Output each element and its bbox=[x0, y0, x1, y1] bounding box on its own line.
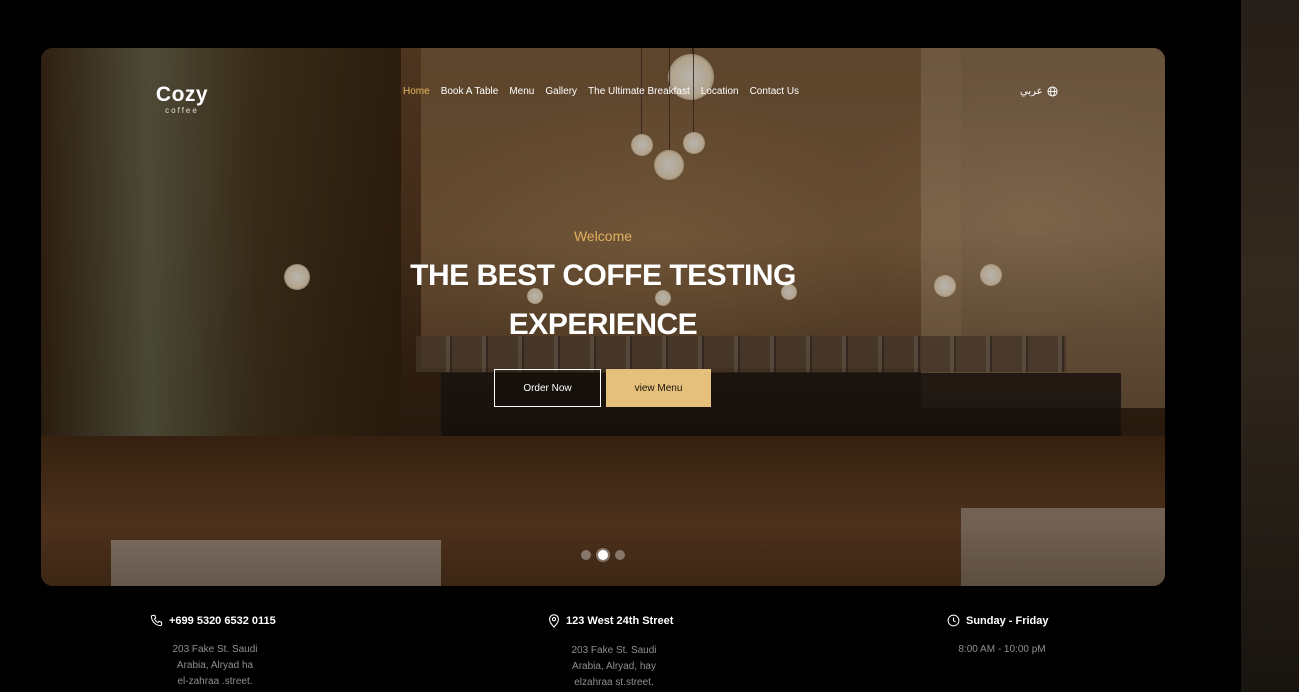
main-menu: Home Book A Table Menu Gallery The Ultim… bbox=[403, 86, 799, 97]
info-line: 203 Fake St. Saudi bbox=[571, 645, 657, 656]
order-now-button[interactable]: Order Now bbox=[494, 369, 601, 407]
info-line: 203 Fake St. Saudi bbox=[172, 644, 258, 655]
hero-headline: THE BEST COFFE TESTING EXPERIENCE bbox=[341, 251, 865, 349]
slider-dot-1[interactable] bbox=[581, 550, 591, 560]
info-line: 8:00 AM - 10:00 pM bbox=[958, 644, 1046, 655]
nav-contact-us[interactable]: Contact Us bbox=[750, 86, 799, 97]
info-line: Arabia, Alryad, hay bbox=[572, 661, 656, 672]
brand-tagline: coffee bbox=[165, 106, 199, 115]
info-line: elzahraa st.street. bbox=[574, 677, 654, 688]
info-hours-time: 8:00 AM - 10:00 pM bbox=[947, 642, 1057, 658]
info-hours: Sunday - Friday 8:00 AM - 10:00 pM bbox=[947, 614, 1057, 658]
language-label: عربي bbox=[1020, 86, 1043, 97]
info-phone-address: 203 Fake St. Saudi Arabia, Alryad ha el-… bbox=[150, 642, 280, 690]
info-hours-days: Sunday - Friday bbox=[966, 614, 1049, 627]
slider-dot-2[interactable] bbox=[598, 550, 608, 560]
info-address-lines: 203 Fake St. Saudi Arabia, Alryad, hay e… bbox=[548, 643, 680, 691]
brand-logo[interactable]: Cozy coffee bbox=[150, 84, 214, 116]
info-phone-header: +699 5320 6532 0115 bbox=[150, 614, 280, 627]
brand-name: Cozy bbox=[155, 83, 209, 106]
nav-ultimate-breakfast[interactable]: The Ultimate Breakfast bbox=[588, 86, 690, 97]
view-menu-button[interactable]: view Menu bbox=[606, 369, 711, 407]
nav-menu[interactable]: Menu bbox=[509, 86, 534, 97]
globe-icon bbox=[1047, 86, 1058, 97]
hero-headline-line-1: THE BEST COFFE TESTING bbox=[410, 259, 796, 292]
language-switcher[interactable]: عربي bbox=[1020, 86, 1058, 97]
info-line: Arabia, Alryad ha bbox=[176, 660, 254, 671]
top-navigation: Cozy coffee Home Book A Table Menu Galle… bbox=[41, 48, 1165, 148]
info-hours-header: Sunday - Friday bbox=[947, 614, 1057, 627]
hero-banner: Cozy coffee Home Book A Table Menu Galle… bbox=[41, 48, 1165, 586]
phone-icon bbox=[150, 614, 163, 627]
slider-dots bbox=[581, 550, 625, 560]
nav-book-a-table[interactable]: Book A Table bbox=[441, 86, 499, 97]
info-address-header: 123 West 24th Street bbox=[548, 614, 680, 628]
adjacent-slide-preview bbox=[1241, 0, 1299, 692]
slider-dot-3[interactable] bbox=[615, 550, 625, 560]
info-phone-number[interactable]: +699 5320 6532 0115 bbox=[169, 615, 276, 627]
info-line: el-zahraa .street. bbox=[177, 676, 253, 687]
hero-headline-line-2: EXPERIENCE bbox=[508, 308, 698, 341]
map-pin-icon bbox=[548, 614, 560, 628]
info-address: 123 West 24th Street 203 Fake St. Saudi … bbox=[548, 614, 680, 691]
nav-location[interactable]: Location bbox=[701, 86, 739, 97]
clock-icon bbox=[947, 614, 960, 627]
nav-gallery[interactable]: Gallery bbox=[545, 86, 577, 97]
info-phone: +699 5320 6532 0115 203 Fake St. Saudi A… bbox=[150, 614, 280, 690]
nav-home[interactable]: Home bbox=[403, 86, 430, 97]
info-address-title: 123 West 24th Street bbox=[566, 615, 674, 627]
hero-welcome: Welcome bbox=[573, 228, 633, 244]
